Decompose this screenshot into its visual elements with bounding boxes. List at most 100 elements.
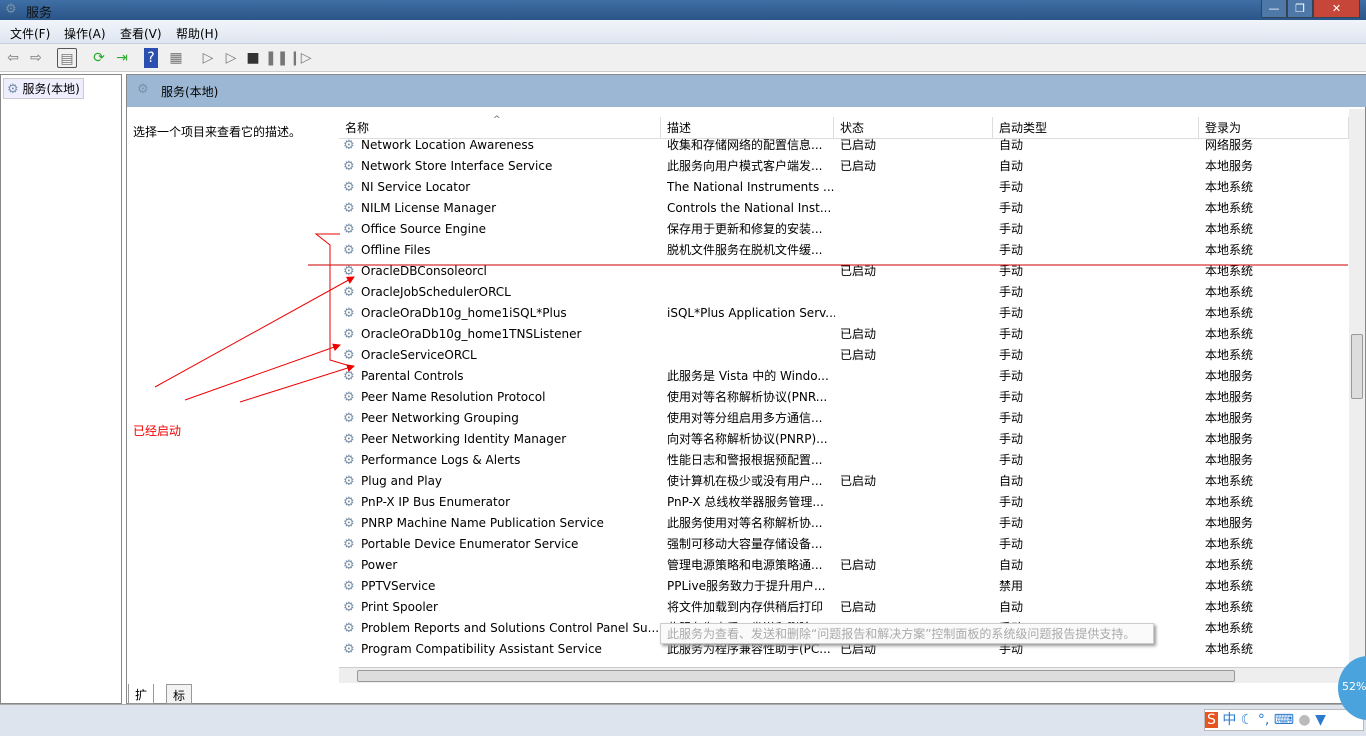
tab-extended[interactable]: 扩展 <box>128 684 155 719</box>
table-row[interactable]: ⚙ OracleJobSchedulerORCL 手动 本地系统 <box>339 282 1349 303</box>
cell-name: OracleJobSchedulerORCL <box>361 285 511 299</box>
cell-name: Peer Networking Identity Manager <box>361 432 567 446</box>
horizontal-scrollbar[interactable] <box>339 667 1349 683</box>
minimize-button[interactable]: — <box>1261 0 1287 18</box>
resume-icon[interactable]: ❙▷ <box>289 48 312 68</box>
pause-icon[interactable]: ❚❚ <box>265 48 288 68</box>
cell-description: The National Instruments ... <box>667 180 835 194</box>
service-gear-icon: ⚙ <box>343 348 355 363</box>
properties-icon[interactable]: ▦ <box>166 48 186 68</box>
cell-name: PPTVService <box>361 579 436 593</box>
cell-status: 已启动 <box>840 348 877 362</box>
close-button[interactable]: ✕ <box>1313 0 1360 18</box>
cell-name: NI Service Locator <box>361 180 471 194</box>
table-row[interactable]: ⚙ Portable Device Enumerator Service 强制可移动… <box>339 534 1349 555</box>
cell-logon-as: 本地服务 <box>1205 432 1254 446</box>
sort-ascending-icon: ^ <box>493 115 501 125</box>
cell-name: Problem Reports and Solutions Control Pa… <box>361 621 660 635</box>
table-row[interactable]: ⚙ Peer Networking Identity Manager 向对等名称解析… <box>339 429 1349 450</box>
service-gear-icon: ⚙ <box>343 642 355 657</box>
table-row[interactable]: ⚙ Office Source Engine 保存用于更新和修复的安装... 手动 本地… <box>339 219 1349 240</box>
export-icon[interactable]: ⇥ <box>112 48 132 68</box>
cell-name: PNRP Machine Name Publication Service <box>361 516 604 530</box>
cell-startup-type: 手动 <box>999 201 1024 215</box>
table-row[interactable]: ⚙ OracleOraDb10g_home1TNSListener 已启动 手动 本地系… <box>339 324 1349 345</box>
table-row[interactable]: ⚙ Parental Controls 此服务是 Vista 中的 Windo...… <box>339 366 1349 387</box>
start-icon[interactable]: ▷ <box>198 48 218 68</box>
table-row[interactable]: ⚙ Peer Name Resolution Protocol 使用对等名称解析协议… <box>339 387 1349 408</box>
cell-logon-as: 本地系统 <box>1205 306 1254 320</box>
vertical-scrollbar[interactable] <box>1349 109 1365 683</box>
cell-name: OracleDBConsoleorcl <box>361 264 487 278</box>
services-table: 名称 ^ 描述 状态 启动类型 登录为 ⚙ Network Location Awa… <box>339 109 1349 683</box>
cell-startup-type: 手动 <box>999 516 1024 530</box>
cell-name: OracleServiceORCL <box>361 348 477 362</box>
service-gear-icon: ⚙ <box>343 222 355 237</box>
cell-startup-type: 手动 <box>999 495 1024 509</box>
cell-status: 已启动 <box>840 138 877 152</box>
table-row[interactable]: ⚙ Peer Networking Grouping 使用对等分组启用多方通信...… <box>339 408 1349 429</box>
cell-name: Offline Files <box>361 243 431 257</box>
menu-file[interactable]: 文件(F) <box>10 25 50 42</box>
table-row[interactable]: ⚙ Power 管理电源策略和电源策略通... 已启动 自动 本地系统 <box>339 555 1349 576</box>
table-row[interactable]: ⚙ Network Store Interface Service 此服务向用户模式… <box>339 156 1349 177</box>
table-row[interactable]: ⚙ PnP-X IP Bus Enumerator PnP-X 总线枚举器服务管理.… <box>339 492 1349 513</box>
cell-name: Office Source Engine <box>361 222 486 236</box>
table-row[interactable]: ⚙ Performance Logs & Alerts 性能日志和警报根据预配置..… <box>339 450 1349 471</box>
cell-logon-as: 本地系统 <box>1205 600 1254 614</box>
cell-name: Peer Networking Grouping <box>361 411 519 425</box>
skin-shirt-icon[interactable]: ▼ <box>1315 712 1326 728</box>
table-row[interactable]: ⚙ NI Service Locator The National Instrume… <box>339 177 1349 198</box>
table-row[interactable]: ⚙ PPTVService PPLive服务致力于提升用户... 禁用 本地系统 <box>339 576 1349 597</box>
cell-name: Parental Controls <box>361 369 464 383</box>
service-gear-icon: ⚙ <box>343 201 355 216</box>
vertical-scroll-thumb[interactable] <box>1351 334 1363 399</box>
cell-startup-type: 手动 <box>999 390 1024 404</box>
table-row[interactable]: ⚙ Plug and Play 使计算机在极少或没有用户... 已启动 自动 本地系统 <box>339 471 1349 492</box>
back-icon[interactable]: ⇦ <box>3 48 23 68</box>
cell-logon-as: 本地服务 <box>1205 516 1254 530</box>
forward-icon[interactable]: ⇨ <box>26 48 46 68</box>
table-row[interactable]: ⚙ NILM License Manager Controls the Nation… <box>339 198 1349 219</box>
tree-node-services-local[interactable]: ⚙ 服务(本地) <box>3 78 84 99</box>
start-alt-icon[interactable]: ▷ <box>221 48 241 68</box>
help-icon[interactable]: ? <box>144 48 158 68</box>
sogou-icon[interactable]: S <box>1205 712 1218 728</box>
annotation-label: 已经启动 <box>133 424 182 438</box>
horizontal-scroll-thumb[interactable] <box>357 670 1235 682</box>
table-row[interactable]: ⚙ Offline Files 脱机文件服务在脱机文件缓... 手动 本地系统 <box>339 240 1349 261</box>
cell-startup-type: 手动 <box>999 243 1024 257</box>
cell-startup-type: 手动 <box>999 306 1024 320</box>
punctuation-icon[interactable]: °, <box>1258 712 1269 728</box>
stop-icon[interactable]: ■ <box>243 48 263 68</box>
cell-description: 性能日志和警报根据预配置... <box>667 453 823 467</box>
refresh-icon[interactable]: ⟳ <box>89 48 109 68</box>
table-row[interactable]: ⚙ Network Location Awareness 收集和存储网络的配置信息.… <box>339 135 1349 156</box>
table-row[interactable]: ⚙ OracleOraDb10g_home1iSQL*Plus iSQL*Plus … <box>339 303 1349 324</box>
menu-action[interactable]: 操作(A) <box>64 25 106 42</box>
moon-icon[interactable]: ☾ <box>1241 712 1254 728</box>
cell-startup-type: 自动 <box>999 474 1024 488</box>
console-tree-icon[interactable]: ▤ <box>57 48 77 68</box>
table-row[interactable]: ⚙ OracleServiceORCL 已启动 手动 本地系统 <box>339 345 1349 366</box>
cell-logon-as: 本地系统 <box>1205 222 1254 236</box>
title-bar: ⚙ 服务 — ❐ ✕ <box>0 0 1366 21</box>
ime-mode[interactable]: 中 <box>1222 712 1236 728</box>
cell-logon-as: 本地服务 <box>1205 159 1254 173</box>
cell-logon-as: 本地系统 <box>1205 558 1254 572</box>
menu-view[interactable]: 查看(V) <box>120 25 162 42</box>
service-gear-icon: ⚙ <box>343 306 355 321</box>
table-row[interactable]: ⚙ Print Spooler 将文件加载到内存供稍后打印 已启动 自动 本地系统 <box>339 597 1349 618</box>
keyboard-icon[interactable]: ⌨ <box>1274 712 1294 728</box>
table-row[interactable]: ⚙ PNRP Machine Name Publication Service 此服… <box>339 513 1349 534</box>
table-row[interactable]: ⚙ OracleDBConsoleorcl 已启动 手动 本地系统 <box>339 261 1349 282</box>
tab-standard[interactable]: 标准 <box>166 684 193 720</box>
menu-help[interactable]: 帮助(H) <box>176 25 218 42</box>
cell-startup-type: 手动 <box>999 348 1024 362</box>
maximize-button[interactable]: ❐ <box>1287 0 1313 18</box>
cell-name: PnP-X IP Bus Enumerator <box>361 495 510 509</box>
cell-logon-as: 本地系统 <box>1205 474 1254 488</box>
user-icon[interactable]: ● <box>1298 712 1310 728</box>
service-gear-icon: ⚙ <box>343 138 355 153</box>
cell-startup-type: 自动 <box>999 558 1024 572</box>
